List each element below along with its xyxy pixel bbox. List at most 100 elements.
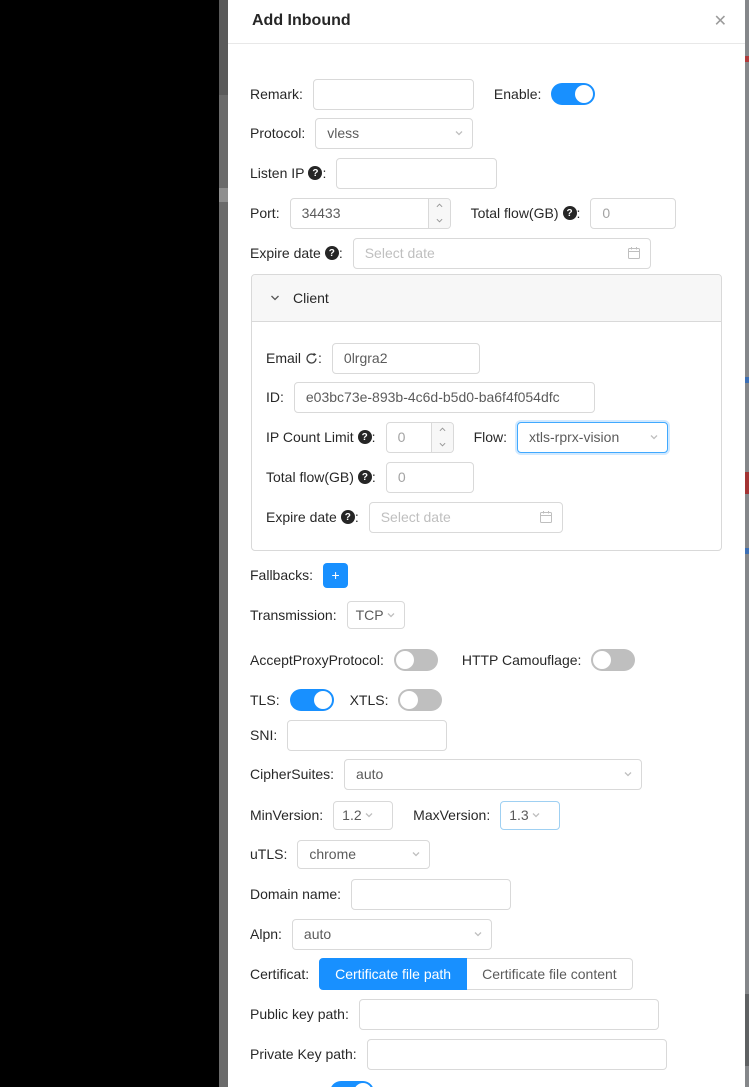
- client-panel-title: Client: [293, 290, 329, 306]
- xtls-toggle[interactable]: [398, 689, 442, 711]
- chevron-down-icon: [454, 128, 464, 138]
- expire-date-picker[interactable]: Select date: [353, 238, 651, 269]
- help-icon[interactable]: ?: [341, 510, 355, 524]
- transmission-select[interactable]: TCP: [347, 601, 405, 629]
- modal-header: Add Inbound ✕: [228, 0, 745, 44]
- scrollbar-mark-red: [745, 56, 749, 62]
- stepper-up-icon[interactable]: [429, 199, 450, 214]
- utls-label: uTLS: [250, 846, 283, 862]
- enable-toggle[interactable]: [551, 83, 595, 105]
- id-label: ID: [266, 389, 280, 405]
- accept-proxy-protocol-toggle[interactable]: [394, 649, 438, 671]
- help-icon[interactable]: ?: [325, 246, 339, 260]
- colon: :: [385, 692, 389, 708]
- flow-label: Flow: [474, 429, 504, 445]
- refresh-icon[interactable]: [305, 352, 318, 365]
- remark-input[interactable]: [313, 79, 474, 110]
- listen-ip-input[interactable]: [336, 158, 497, 189]
- certificate-file-content-option[interactable]: Certificate file content: [467, 958, 633, 990]
- colon: :: [337, 886, 341, 902]
- remark-label: Remark: [250, 86, 299, 102]
- tls-toggle[interactable]: [290, 689, 334, 711]
- plus-icon: +: [331, 567, 339, 583]
- colon: :: [577, 205, 581, 221]
- fallbacks-label: Fallbacks: [250, 567, 309, 583]
- chevron-down-icon: [411, 849, 421, 859]
- chevron-down-icon: [386, 610, 396, 620]
- modal-title: Add Inbound: [252, 12, 351, 30]
- client-expire-date-picker[interactable]: Select date: [369, 502, 563, 533]
- left-scrollbar-thumb[interactable]: [219, 0, 228, 95]
- stepper-handles[interactable]: [431, 423, 453, 452]
- id-input[interactable]: [294, 382, 595, 413]
- stepper-handles[interactable]: [428, 199, 450, 228]
- private-key-path-input[interactable]: [367, 1039, 667, 1070]
- right-scrollbar[interactable]: [745, 0, 749, 1087]
- colon: :: [273, 727, 277, 743]
- enable-label: Enable: [494, 86, 538, 102]
- colon: :: [380, 652, 384, 668]
- chevron-down-icon: [649, 432, 659, 442]
- http-camouflage-toggle[interactable]: [591, 649, 635, 671]
- colon: :: [538, 86, 542, 102]
- colon: :: [319, 807, 323, 823]
- email-input[interactable]: [332, 343, 480, 374]
- colon: :: [330, 766, 334, 782]
- email-label: Email: [266, 350, 301, 366]
- port-input[interactable]: [290, 198, 451, 229]
- transmission-select-value: TCP: [356, 607, 384, 623]
- private-key-path-label: Private Key path: [250, 1046, 353, 1062]
- certificate-file-path-option[interactable]: Certificate file path: [319, 958, 467, 990]
- date-placeholder: Select date: [365, 245, 435, 261]
- alpn-select[interactable]: auto: [292, 919, 492, 950]
- xtls-label: XTLS: [350, 692, 385, 708]
- flow-select[interactable]: xtls-rprx-vision: [517, 422, 668, 453]
- help-icon[interactable]: ?: [358, 470, 372, 484]
- left-scrollbar[interactable]: [219, 0, 228, 1087]
- colon: :: [345, 1006, 349, 1022]
- sni-input[interactable]: [287, 720, 447, 751]
- utls-select[interactable]: chrome: [297, 840, 430, 869]
- add-fallback-button[interactable]: +: [323, 563, 348, 588]
- chevron-down-icon: [531, 810, 541, 820]
- cipher-suites-label: CipherSuites: [250, 766, 330, 782]
- stepper-down-icon[interactable]: [432, 437, 453, 452]
- colon: :: [278, 926, 282, 942]
- stepper-up-icon[interactable]: [432, 423, 453, 438]
- protocol-select[interactable]: vless: [315, 118, 473, 149]
- calendar-icon: [539, 510, 553, 524]
- ip-count-limit-stepper[interactable]: [386, 422, 454, 453]
- transmission-label: Transmission: [250, 607, 333, 623]
- client-panel-header[interactable]: Client: [252, 275, 721, 322]
- listen-ip-label: Listen IP: [250, 165, 304, 181]
- modal-backdrop[interactable]: [0, 0, 219, 1087]
- close-icon[interactable]: ✕: [714, 12, 727, 32]
- sni-label: SNI: [250, 727, 273, 743]
- max-version-select[interactable]: 1.3: [500, 801, 560, 830]
- bottom-toggle-partial[interactable]: [330, 1081, 374, 1087]
- cipher-suites-select[interactable]: auto: [344, 759, 642, 790]
- colon: :: [301, 125, 305, 141]
- colon: :: [333, 607, 337, 623]
- help-icon[interactable]: ?: [358, 430, 372, 444]
- stepper-down-icon[interactable]: [429, 213, 450, 228]
- colon: :: [305, 966, 309, 982]
- min-version-select[interactable]: 1.2: [333, 801, 393, 830]
- colon: :: [372, 429, 376, 445]
- colon: :: [276, 205, 280, 221]
- port-stepper[interactable]: [290, 198, 451, 229]
- help-icon[interactable]: ?: [563, 206, 577, 220]
- help-icon[interactable]: ?: [308, 166, 322, 180]
- certificate-mode-group: Certificate file path Certificate file c…: [319, 958, 633, 990]
- colon: :: [503, 429, 507, 445]
- flow-select-value: xtls-rprx-vision: [529, 429, 619, 445]
- colon: :: [276, 692, 280, 708]
- max-version-select-value: 1.3: [509, 807, 528, 823]
- colon: :: [299, 86, 303, 102]
- public-key-path-input[interactable]: [359, 999, 659, 1030]
- domain-name-input[interactable]: [351, 879, 511, 910]
- client-total-flow-input[interactable]: [386, 462, 474, 493]
- right-scrollbar-thumb[interactable]: [745, 994, 749, 1066]
- total-flow-input[interactable]: [590, 198, 676, 229]
- colon: :: [283, 846, 287, 862]
